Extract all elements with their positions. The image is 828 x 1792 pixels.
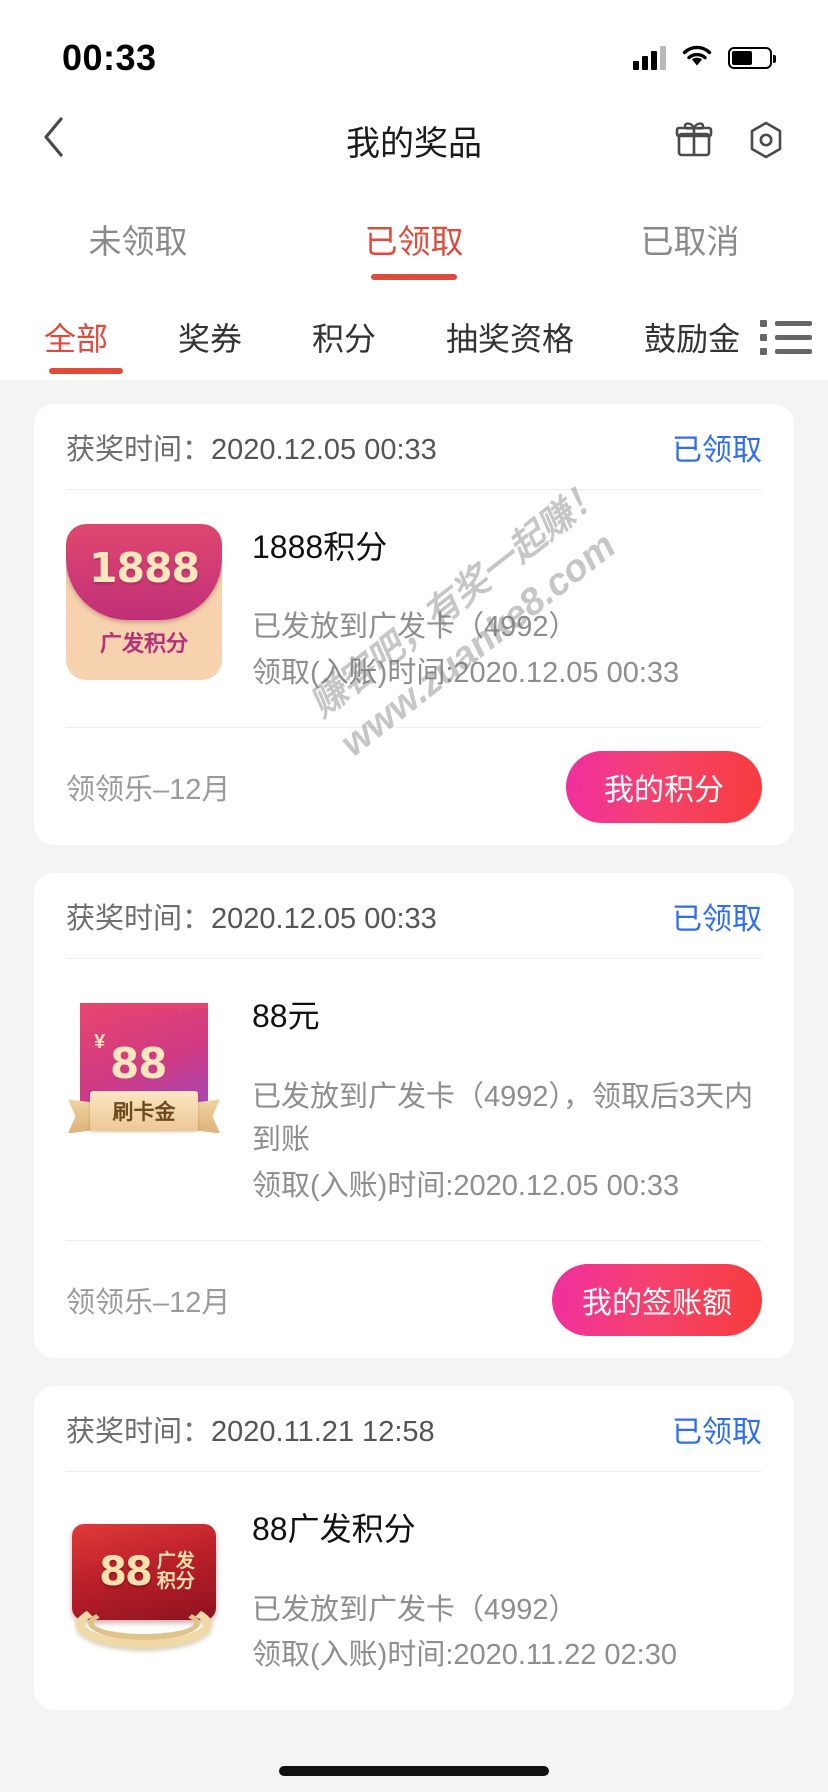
prize-thumbnail: ¥ 88 刷卡金 (66, 993, 222, 1149)
home-indicator (279, 1766, 549, 1776)
prize-desc-line: 已发放到广发卡（4992） (252, 1593, 578, 1626)
tab-cancelled[interactable]: 已取消 (552, 184, 828, 294)
prize-description: 已发放到广发卡（4992） 领取(入账)时间:2020.12.05 00:33 (252, 606, 762, 695)
cellular-signal-icon (633, 46, 666, 70)
secondary-tab-scroll: 全部 奖券 积分 抽奖资格 鼓励金 (44, 294, 760, 380)
back-button[interactable] (40, 115, 100, 166)
prize-card-header: 获奖时间：2020.12.05 00:33 已领取 (66, 873, 762, 960)
hexagon-target-icon[interactable] (744, 118, 788, 162)
navigation-bar: 我的奖品 (0, 96, 828, 184)
award-time: 获奖时间：2020.11.21 12:58 (66, 1408, 435, 1450)
prize-description: 已发放到广发卡（4992） 领取(入账)时间:2020.11.22 02:30 (252, 1589, 762, 1678)
status-bar-time: 00:33 (62, 37, 157, 78)
cashback-ticket-icon: ¥ 88 刷卡金 (66, 993, 222, 1149)
award-time-label: 获奖时间： (66, 433, 212, 466)
prize-card-body: 88 广发 积分 88广发积分 已发放到广发卡（4992） 领取(入账)时间:2… (66, 1472, 762, 1709)
ticket-ribbon: 刷卡金 (68, 1091, 220, 1135)
award-time: 获奖时间：2020.12.05 00:33 (66, 426, 437, 468)
prize-card[interactable]: 获奖时间：2020.12.05 00:33 已领取 1888 广发积分 1888… (34, 404, 794, 846)
campaign-label: 领领乐–12月 (66, 773, 231, 806)
prize-card-footer: 领领乐–12月 我的积分 (66, 727, 762, 845)
my-cashback-button[interactable]: 我的签账额 (552, 1263, 762, 1336)
award-time-value: 2020.11.21 12:58 (211, 1415, 435, 1448)
ticket-currency: ¥ (94, 1031, 106, 1054)
status-bar: 00:33 (0, 0, 828, 96)
prize-thumbnail: 1888 广发积分 (66, 524, 222, 680)
nav-actions (672, 118, 788, 162)
battery-icon (728, 47, 776, 69)
status-badge: 已领取 (672, 902, 762, 936)
award-time-label: 获奖时间： (66, 902, 212, 935)
prize-desc-line: 领取(入账)时间:2020.11.22 02:30 (252, 1639, 677, 1672)
prize-card-header: 获奖时间：2020.11.21 12:58 已领取 (66, 1386, 762, 1473)
prize-desc-line: 已发放到广发卡（4992） (252, 611, 578, 644)
filter-tab-lottery[interactable]: 抽奖资格 (426, 294, 594, 380)
prize-details: 88广发积分 已发放到广发卡（4992） 领取(入账)时间:2020.11.22… (252, 1506, 762, 1679)
prize-list: 获奖时间：2020.12.05 00:33 已领取 1888 广发积分 1888… (0, 380, 828, 1710)
prize-title: 1888积分 (252, 529, 388, 565)
tab-unclaimed[interactable]: 未领取 (0, 184, 276, 294)
ticket-zigzag-edge (80, 1003, 208, 1013)
prize-title: 88元 (252, 998, 320, 1035)
prize-desc-line: 领取(入账)时间:2020.12.05 00:33 (252, 656, 680, 689)
status-badge: 已领取 (672, 433, 762, 467)
prize-desc-line: 领取(入账)时间:2020.12.05 00:33 (252, 1169, 680, 1202)
prize-description: 已发放到广发卡（4992），领取后3天内到账 领取(入账)时间:2020.12.… (252, 1076, 762, 1209)
tab-claimed[interactable]: 已领取 (276, 184, 552, 294)
prize-details: 88元 已发放到广发卡（4992），领取后3天内到账 领取(入账)时间:2020… (252, 993, 762, 1210)
gift-icon[interactable] (672, 118, 716, 162)
prize-card[interactable]: 获奖时间：2020.12.05 00:33 已领取 ¥ 88 刷卡金 88元 已… (34, 873, 794, 1359)
ribbon-caption: 刷卡金 (90, 1091, 198, 1132)
list-view-icon[interactable] (760, 311, 813, 363)
medal-caption-line2: 积分 (156, 1571, 195, 1593)
secondary-tab-bar: 全部 奖券 积分 抽奖资格 鼓励金 (0, 294, 828, 380)
wifi-icon (680, 43, 714, 74)
prize-card-body: 1888 广发积分 1888积分 已发放到广发卡（4992） 领取(入账)时间:… (66, 490, 762, 727)
award-time: 获奖时间：2020.12.05 00:33 (66, 895, 437, 937)
list-icon-row (760, 319, 813, 327)
prize-card-body: ¥ 88 刷卡金 88元 已发放到广发卡（4992），领取后3天内到账 领取(入… (66, 959, 762, 1240)
chevron-left-icon (44, 116, 63, 157)
filter-tab-bonus[interactable]: 鼓励金 (624, 294, 760, 380)
envelope-flap: 1888 (66, 524, 222, 620)
prize-details: 1888积分 已发放到广发卡（4992） 领取(入账)时间:2020.12.05… (252, 524, 762, 697)
award-time-value: 2020.12.05 00:33 (211, 433, 437, 466)
my-points-button[interactable]: 我的积分 (566, 750, 762, 823)
ticket-amount: 88 (110, 1039, 167, 1089)
list-icon-row (760, 347, 813, 355)
medal-amount: 88 (99, 1549, 153, 1596)
envelope-caption: 广发积分 (99, 631, 188, 656)
prize-card[interactable]: 获奖时间：2020.11.21 12:58 已领取 88 广发 积分 88广发积… (34, 1386, 794, 1710)
prize-title: 88广发积分 (252, 1511, 416, 1548)
prize-card-header: 获奖时间：2020.12.05 00:33 已领取 (66, 404, 762, 490)
award-time-label: 获奖时间： (66, 1415, 212, 1448)
prize-desc-line: 已发放到广发卡（4992），领取后3天内到账 (252, 1080, 754, 1157)
award-time-value: 2020.12.05 00:33 (211, 902, 437, 935)
medal-caption: 广发 积分 (157, 1552, 195, 1592)
medal-caption-line1: 广发 (156, 1551, 195, 1573)
status-bar-indicators (633, 43, 776, 74)
list-icon-row (760, 333, 813, 341)
points-medal-icon: 88 广发 积分 (66, 1506, 222, 1662)
envelope-amount: 1888 (88, 544, 200, 592)
filter-tab-coupon[interactable]: 奖券 (158, 294, 262, 380)
campaign-label: 领领乐–12月 (66, 1286, 231, 1319)
filter-tab-all[interactable]: 全部 (44, 294, 128, 380)
primary-tab-bar: 未领取 已领取 已取消 (0, 184, 828, 294)
points-envelope-icon: 1888 广发积分 (66, 524, 222, 680)
status-badge: 已领取 (672, 1415, 762, 1449)
prize-thumbnail: 88 广发 积分 (66, 1506, 222, 1662)
filter-tab-points[interactable]: 积分 (292, 294, 396, 380)
prize-card-footer: 领领乐–12月 我的签账额 (66, 1240, 762, 1358)
